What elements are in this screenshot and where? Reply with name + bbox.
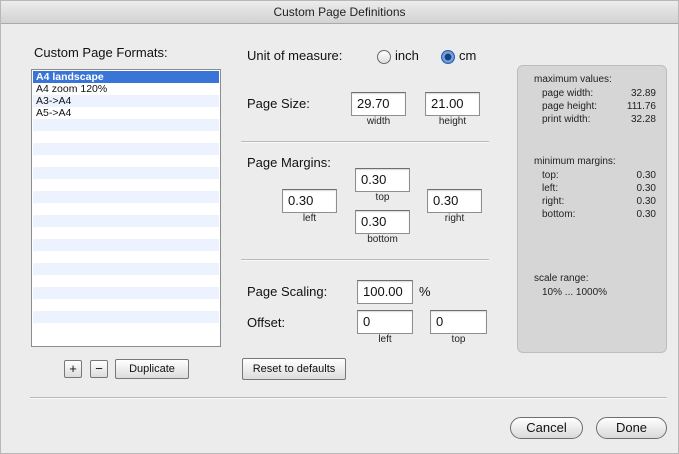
offset-top-caption: top xyxy=(451,334,466,345)
limits-info-panel: maximum values: page width: 32.89 page h… xyxy=(517,65,667,353)
done-button[interactable]: Done xyxy=(596,417,667,439)
list-empty-row xyxy=(33,119,219,131)
list-empty-row xyxy=(33,239,219,251)
max-values-heading: maximum values: xyxy=(534,74,612,85)
remove-format-button[interactable]: − xyxy=(90,360,108,378)
offset-left-caption: left xyxy=(378,334,392,345)
list-empty-row xyxy=(33,203,219,215)
list-item[interactable]: A5->A4 xyxy=(33,107,219,119)
list-empty-row xyxy=(33,131,219,143)
unit-inch-radio[interactable] xyxy=(377,50,391,64)
margin-top-caption: top xyxy=(375,192,390,203)
min-margins-heading: minimum margins: xyxy=(534,156,616,167)
separator xyxy=(241,259,489,261)
max-page-width-label: page width: xyxy=(542,88,594,99)
cancel-button[interactable]: Cancel xyxy=(510,417,583,439)
offset-top-field[interactable]: 0 xyxy=(430,310,487,334)
list-empty-row xyxy=(33,227,219,239)
list-empty-row xyxy=(33,323,219,335)
formats-list[interactable]: A4 landscape A4 zoom 120% A3->A4 A5->A4 xyxy=(31,69,221,347)
margin-bottom-field[interactable]: 0.30 xyxy=(355,210,410,234)
list-empty-row xyxy=(33,143,219,155)
margin-right-field[interactable]: 0.30 xyxy=(427,189,482,213)
unit-cm-radio[interactable] xyxy=(441,50,455,64)
margin-left-field[interactable]: 0.30 xyxy=(282,189,337,213)
offset-left-field[interactable]: 0 xyxy=(357,310,413,334)
separator xyxy=(241,141,489,143)
min-left-label: left: xyxy=(542,183,559,194)
offset-label: Offset: xyxy=(247,315,286,330)
duplicate-button[interactable]: Duplicate xyxy=(115,359,189,379)
margin-left-caption: left xyxy=(302,213,317,224)
min-left-value: 0.30 xyxy=(636,183,656,194)
list-item[interactable]: A4 landscape xyxy=(33,71,219,83)
page-height-field[interactable]: 21.00 xyxy=(425,92,480,116)
page-scaling-field[interactable]: 100.00 xyxy=(357,280,413,304)
list-empty-row xyxy=(33,191,219,203)
formats-heading: Custom Page Formats: xyxy=(34,45,168,60)
max-page-width-value: 32.89 xyxy=(630,88,656,99)
min-bottom-label: bottom: xyxy=(542,209,576,220)
window-title: Custom Page Definitions xyxy=(1,1,678,24)
dialog-window: Custom Page Definitions Custom Page Form… xyxy=(0,0,679,454)
list-item[interactable]: A4 zoom 120% xyxy=(33,83,219,95)
unit-inch-label[interactable]: inch xyxy=(395,48,419,63)
list-empty-row xyxy=(33,299,219,311)
list-empty-row xyxy=(33,275,219,287)
footer-separator xyxy=(30,397,667,399)
list-empty-row xyxy=(33,311,219,323)
list-empty-row xyxy=(33,179,219,191)
percent-unit: % xyxy=(419,284,431,299)
margin-right-caption: right xyxy=(444,213,465,224)
max-print-width-label: print width: xyxy=(542,114,591,125)
page-margins-label: Page Margins: xyxy=(247,155,331,170)
list-empty-row xyxy=(33,155,219,167)
page-width-field[interactable]: 29.70 xyxy=(351,92,406,116)
page-size-label: Page Size: xyxy=(247,96,310,111)
min-top-value: 0.30 xyxy=(636,170,656,181)
reset-defaults-button[interactable]: Reset to defaults xyxy=(242,358,346,380)
min-right-value: 0.30 xyxy=(636,196,656,207)
page-width-caption: width xyxy=(366,116,391,127)
page-height-caption: height xyxy=(438,116,467,127)
unit-label: Unit of measure: xyxy=(247,48,343,63)
max-page-height-label: page height: xyxy=(542,101,598,112)
page-scaling-label: Page Scaling: xyxy=(247,284,328,299)
margin-top-field[interactable]: 0.30 xyxy=(355,168,410,192)
margin-bottom-caption: bottom xyxy=(367,234,398,245)
min-top-label: top: xyxy=(542,170,559,181)
list-item[interactable]: A3->A4 xyxy=(33,95,219,107)
min-bottom-value: 0.30 xyxy=(636,209,656,220)
max-print-width-value: 32.28 xyxy=(630,114,656,125)
list-empty-row xyxy=(33,215,219,227)
unit-cm-label[interactable]: cm xyxy=(459,48,476,63)
add-format-button[interactable]: + xyxy=(64,360,82,378)
scale-range-value: 10% ... 1000% xyxy=(542,287,608,298)
scale-range-heading: scale range: xyxy=(534,273,589,284)
list-empty-row xyxy=(33,251,219,263)
max-page-height-value: 111.76 xyxy=(626,101,656,112)
list-empty-row xyxy=(33,287,219,299)
min-right-label: right: xyxy=(542,196,565,207)
list-empty-row xyxy=(33,167,219,179)
list-empty-row xyxy=(33,263,219,275)
